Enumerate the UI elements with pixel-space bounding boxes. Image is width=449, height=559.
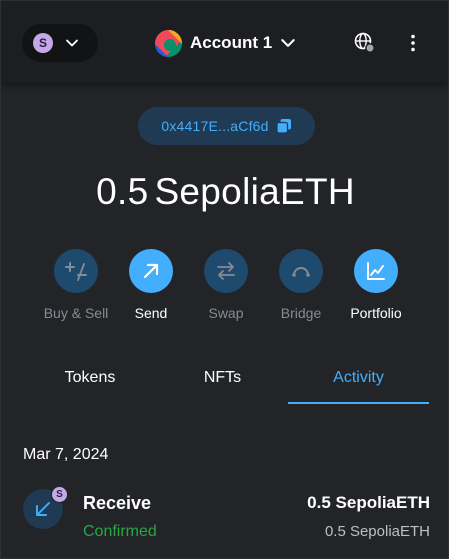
chevron-down-icon [281, 39, 295, 47]
portfolio-label: Portfolio [350, 305, 402, 321]
globe-icon[interactable] [353, 31, 377, 55]
list-item[interactable]: S Receive Confirmed 0.5 SepoliaETH 0.5 S… [1, 483, 448, 553]
network-avatar: S [33, 33, 53, 53]
bridge-button[interactable]: Bridge [261, 249, 341, 321]
balance-display: 0.5 SepoliaETH [1, 171, 448, 213]
portfolio-button[interactable]: Portfolio [336, 249, 416, 321]
network-picker-button[interactable]: S [22, 24, 98, 62]
bridge-icon [292, 267, 310, 277]
network-badge: S [51, 486, 68, 503]
copy-icon [275, 119, 291, 134]
tx-amount: 0.5 SepoliaETH [307, 493, 430, 512]
balance-symbol: SepoliaETH [154, 171, 355, 212]
tx-icon-group: S [23, 486, 68, 533]
send-button[interactable]: Send [111, 249, 191, 321]
address-copy-button[interactable]: 0x4417E...aCf6d [138, 107, 315, 145]
kebab-menu-icon[interactable] [402, 32, 424, 54]
arrow-down-left-icon [36, 502, 50, 516]
asset-tabs: Tokens NFTs Activity [1, 358, 448, 404]
plus-minus-icon [65, 262, 87, 281]
tab-tokens[interactable]: Tokens [23, 358, 157, 402]
swap-arrows-icon [217, 262, 235, 280]
buy-sell-button[interactable]: Buy & Sell [36, 249, 116, 321]
account-address: 0x4417E...aCf6d [161, 118, 269, 134]
buy-sell-label: Buy & Sell [43, 305, 109, 321]
tab-nfts[interactable]: NFTs [157, 358, 288, 402]
account-name: Account 1 [190, 33, 273, 52]
tab-activity[interactable]: Activity [288, 358, 429, 404]
chart-icon [367, 262, 385, 280]
activity-date: Mar 7, 2024 [23, 446, 109, 463]
tx-status: Confirmed [83, 523, 157, 540]
tx-secondary-amount: 0.5 SepoliaETH [324, 523, 430, 540]
action-buttons: Buy & Sell Send Swap Bridge Portfolio [1, 249, 448, 329]
account-menu-button[interactable]: Account 1 [155, 28, 296, 58]
arrow-up-right-icon [143, 263, 159, 279]
bridge-label: Bridge [280, 305, 322, 321]
tx-title: Receive [83, 493, 152, 513]
balance-amount: 0.5 [96, 171, 149, 212]
send-label: Send [134, 305, 168, 321]
swap-label: Swap [208, 305, 244, 321]
account-avatar [155, 29, 182, 57]
app-header: S Account 1 [1, 1, 448, 83]
chevron-down-icon [66, 39, 78, 47]
swap-button[interactable]: Swap [186, 249, 266, 321]
wallet-popup: S Account 1 0x4417E...aCf6d 0.5 SepoliaE… [0, 0, 449, 559]
